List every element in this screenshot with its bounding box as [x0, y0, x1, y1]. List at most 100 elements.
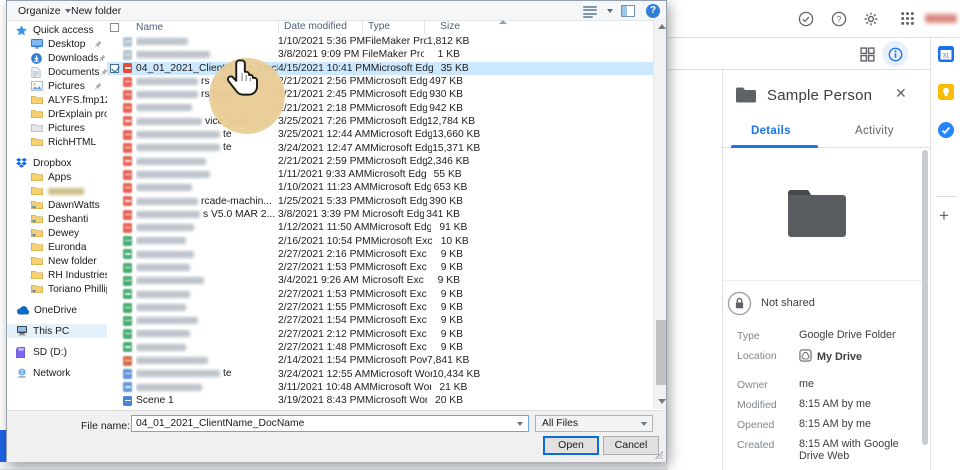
- checkbox-slot: [110, 383, 119, 392]
- settings-gear-icon[interactable]: [863, 11, 879, 27]
- close-icon[interactable]: ✕: [895, 85, 907, 102]
- blurred-text: [136, 131, 220, 138]
- list-scrollbar[interactable]: [653, 19, 666, 409]
- file-type-select[interactable]: All Files: [535, 415, 653, 432]
- sidebar-item-alyfs-fmp12-2021-0[interactable]: ALYFS.fmp12.2021-0: [7, 93, 107, 107]
- sidebar-item-apps[interactable]: Apps: [7, 170, 107, 184]
- file-row[interactable]: te3/24/2021 12:55 AMMicrosoft Word D...1…: [107, 367, 653, 380]
- sidebar-item-euronda[interactable]: Euronda: [7, 240, 107, 254]
- check-circle-icon[interactable]: [798, 11, 814, 27]
- keep-icon[interactable]: [938, 84, 954, 100]
- file-row[interactable]: te3/25/2021 12:44 AMMicrosoft Edge PD...…: [107, 128, 653, 141]
- sidebar-item-documents[interactable]: Documents: [7, 65, 107, 79]
- file-row[interactable]: 1/12/2021 11:50 AMMicrosoft Edge PD...91…: [107, 221, 653, 234]
- file-row[interactable]: 1/10/2021 11:23 AMMicrosoft Edge PD...65…: [107, 181, 653, 194]
- tab-activity[interactable]: Activity: [855, 125, 894, 137]
- sidebar-item-pictures[interactable]: Pictures: [7, 79, 107, 93]
- sidebar-item-rh-industries[interactable]: RH Industries: [7, 268, 107, 282]
- file-type-icon-pdf: [123, 63, 132, 73]
- file-row[interactable]: 2/21/2021 2:59 PMMicrosoft Edge PD...2,3…: [107, 155, 653, 168]
- detail-field-opened: Opened8:15 AM by me: [737, 418, 915, 431]
- file-row[interactable]: rcade-machin...1/25/2021 5:33 PMMicrosof…: [107, 195, 653, 208]
- file-row[interactable]: 1/10/2021 5:36 PMFileMaker Pro Dat...1,8…: [107, 35, 653, 48]
- quick-access-star-icon: [16, 24, 28, 36]
- file-type: Microsoft Word D...: [369, 382, 431, 393]
- file-row[interactable]: vice_plan3/25/2021 7:26 PMMicrosoft Edge…: [107, 115, 653, 128]
- sidebar-item-downloads[interactable]: Downloads: [7, 51, 107, 65]
- calendar-icon[interactable]: 31: [938, 46, 954, 62]
- chevron-down-icon[interactable]: [641, 422, 647, 426]
- collapse-panel-icon[interactable]: ›: [941, 465, 946, 470]
- sidebar-item-dewey[interactable]: Dewey: [7, 226, 107, 240]
- file-row[interactable]: 2/16/2021 10:54 PMMicrosoft Excel W...10…: [107, 234, 653, 247]
- organize-button[interactable]: Organize: [18, 5, 71, 17]
- grid-view-icon[interactable]: [860, 47, 875, 62]
- file-row[interactable]: 04_01_2021_ClientName_DocName4/15/2021 1…: [107, 62, 653, 75]
- help-icon[interactable]: ?: [831, 11, 847, 27]
- column-header-name[interactable]: Name: [136, 22, 278, 33]
- select-all-checkbox[interactable]: [110, 23, 119, 32]
- panel-scrollbar[interactable]: [922, 150, 928, 445]
- file-row[interactable]: 2/21/2021 2:18 PMMicrosoft Edge PD...942…: [107, 101, 653, 114]
- blurred-text: [136, 304, 186, 311]
- file-row[interactable]: 2/27/2021 2:12 PMMicrosoft Excel W...9 K…: [107, 328, 653, 341]
- sidebar-item-toriano-phillips[interactable]: Toriano Phillips: [7, 282, 107, 296]
- checkbox-checked[interactable]: [110, 64, 119, 73]
- sidebar-item-network[interactable]: Network: [7, 366, 107, 380]
- sidebar-item-dawnwatts[interactable]: DawnWatts: [7, 198, 107, 212]
- column-header-date[interactable]: Date modified: [278, 20, 362, 34]
- file-row[interactable]: 1/11/2021 9:33 AMMicrosoft Edge PD...55 …: [107, 168, 653, 181]
- sidebar-item-dropbox[interactable]: Dropbox: [7, 156, 107, 170]
- file-row[interactable]: rs (empl2/21/2021 2:45 PMMicrosoft Edge …: [107, 88, 653, 101]
- file-row[interactable]: 2/27/2021 1:54 PMMicrosoft Excel W...9 K…: [107, 314, 653, 327]
- scroll-up-icon[interactable]: [658, 24, 666, 29]
- resize-grip[interactable]: [655, 451, 663, 459]
- file-row[interactable]: 2/27/2021 1:48 PMMicrosoft Excel W...9 K…: [107, 341, 653, 354]
- file-row[interactable]: 2/14/2021 1:54 PMMicrosoft PowerPo...7,8…: [107, 354, 653, 367]
- new-folder-button[interactable]: New folder: [71, 5, 121, 17]
- sidebar-item-deshanti[interactable]: Deshanti: [7, 212, 107, 226]
- file-row[interactable]: 2/27/2021 2:16 PMMicrosoft Excel W...9 K…: [107, 248, 653, 261]
- file-row[interactable]: 2/27/2021 1:53 PMMicrosoft Excel W...9 K…: [107, 288, 653, 301]
- chevron-down-icon[interactable]: [517, 422, 523, 426]
- file-row[interactable]: 3/11/2021 10:48 AMMicrosoft Word D...21 …: [107, 381, 653, 394]
- preview-pane-icon[interactable]: [621, 5, 635, 17]
- sidebar-item-pictures[interactable]: Pictures: [7, 121, 107, 135]
- checkbox-slot: [110, 370, 119, 379]
- file-row[interactable]: rs (clie2/21/2021 2:56 PMMicrosoft Edge …: [107, 75, 653, 88]
- scrollbar-thumb[interactable]: [656, 320, 666, 385]
- info-icon[interactable]: [882, 41, 908, 67]
- sidebar-item-onedrive[interactable]: OneDrive: [7, 303, 107, 317]
- file-row[interactable]: 3/8/2021 9:09 PMFileMaker Pro Sna...1 KB: [107, 48, 653, 61]
- file-row[interactable]: Scene 13/19/2021 8:43 PMMicrosoft Word D…: [107, 394, 653, 407]
- apps-grid-icon[interactable]: [900, 11, 916, 27]
- file-type-icon-xls: [123, 342, 132, 352]
- sidebar-item[interactable]: [7, 184, 107, 198]
- tab-details[interactable]: Details: [751, 125, 791, 137]
- column-header-size[interactable]: Size: [424, 20, 470, 34]
- open-button[interactable]: Open: [543, 436, 599, 455]
- sidebar-item-desktop[interactable]: Desktop: [7, 37, 107, 51]
- column-header-type[interactable]: Type: [362, 20, 424, 34]
- sidebar-item-drexplain-projects[interactable]: DrExplain projects: [7, 107, 107, 121]
- dialog-help-icon[interactable]: ?: [646, 4, 660, 18]
- list-header[interactable]: Name Date modified Type Size: [107, 19, 653, 35]
- views-chevron-icon[interactable]: [607, 9, 613, 13]
- cancel-button[interactable]: Cancel: [603, 436, 659, 455]
- sidebar-item-new-folder[interactable]: New folder: [7, 254, 107, 268]
- sidebar-item-richhtml[interactable]: RichHTML: [7, 135, 107, 149]
- views-icon[interactable]: [583, 6, 597, 17]
- file-row[interactable]: 2/27/2021 1:55 PMMicrosoft Excel W...9 K…: [107, 301, 653, 314]
- get-add-ons-icon[interactable]: +: [939, 206, 949, 226]
- sidebar-item-quick-access[interactable]: Quick access: [7, 23, 107, 37]
- file-row[interactable]: te3/24/2021 12:47 AMMicrosoft Edge PD...…: [107, 141, 653, 154]
- scroll-down-icon[interactable]: [658, 399, 666, 404]
- sidebar-item-sd-d-[interactable]: SD (D:): [7, 345, 107, 359]
- sidebar-item-this-pc[interactable]: This PC: [7, 324, 107, 338]
- tasks-icon[interactable]: [938, 122, 954, 138]
- field-value: me: [799, 378, 911, 391]
- file-name-input[interactable]: 04_01_2021_ClientName_DocName: [131, 415, 529, 432]
- file-row[interactable]: s V5.0 MAR 2...3/8/2021 3:39 PMMicrosoft…: [107, 208, 653, 221]
- file-row[interactable]: 3/4/2021 9:26 AMMicrosoft Excel W...9 KB: [107, 274, 653, 287]
- file-row[interactable]: 2/27/2021 1:53 PMMicrosoft Excel W...9 K…: [107, 261, 653, 274]
